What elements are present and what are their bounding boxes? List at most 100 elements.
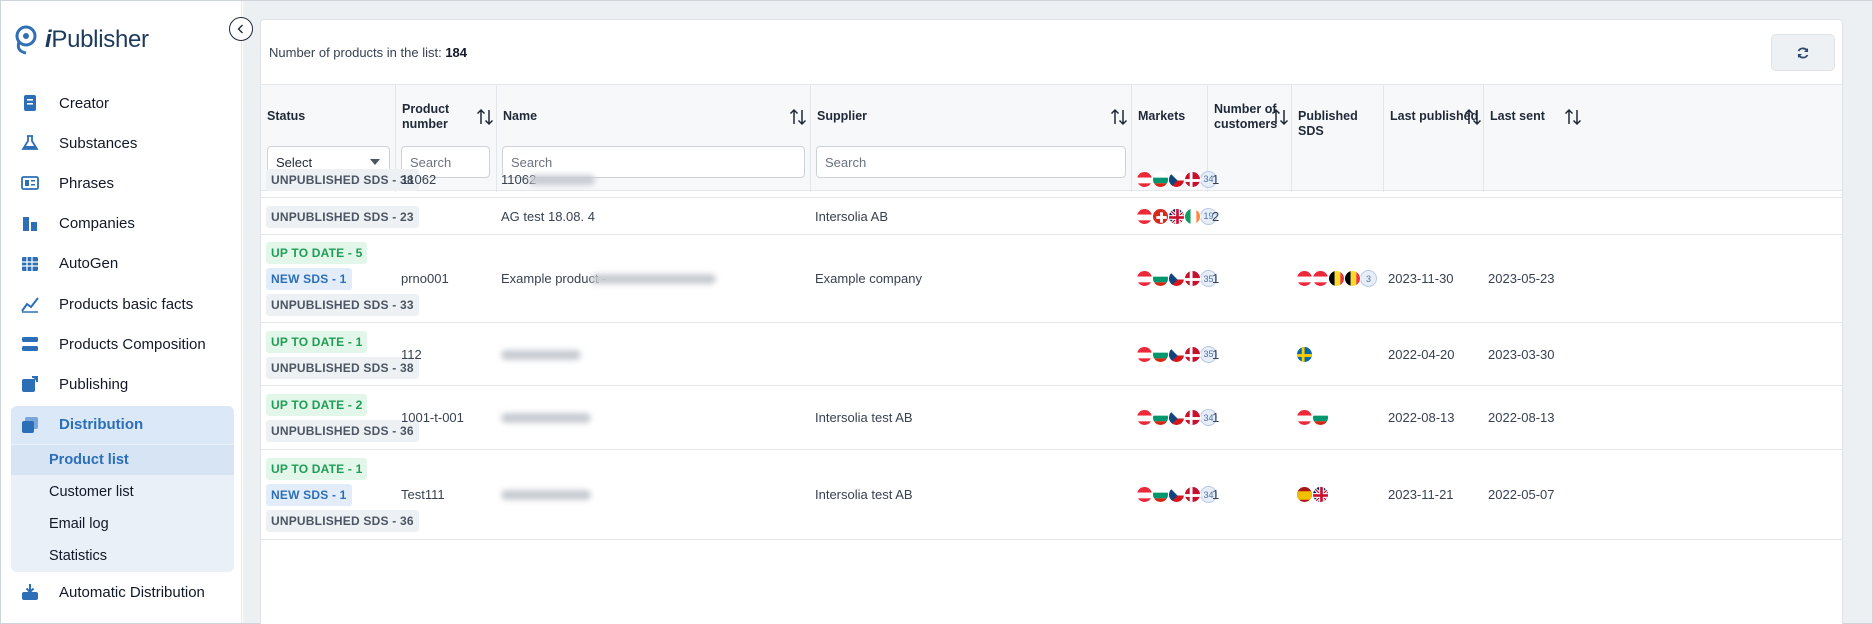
- published-sds-flags[interactable]: 3: [1296, 270, 1377, 287]
- flag-at-icon: [1312, 270, 1329, 287]
- table-row[interactable]: UP TO DATE - 1 UNPUBLISHED SDS - 38 112 35 1…: [261, 323, 1842, 386]
- flask-icon: [21, 134, 39, 152]
- markets-flags[interactable]: 34: [1136, 170, 1217, 188]
- subnav-item-customer-list[interactable]: Customer list: [11, 477, 234, 507]
- sort-arrows-icon: [1464, 108, 1482, 126]
- markets-flags[interactable]: 35: [1136, 345, 1217, 363]
- flag-bg-icon: [1312, 409, 1329, 426]
- table-row[interactable]: UNPUBLISHED SDS - 23 AG test 18.08. 4 Inte…: [261, 198, 1842, 235]
- document-icon: [21, 94, 39, 112]
- sort-arrows-icon: [789, 108, 807, 126]
- sort-icon[interactable]: [1564, 107, 1582, 127]
- book-icon: [21, 174, 39, 192]
- refresh-icon: [1797, 47, 1809, 58]
- sort-icon[interactable]: [1464, 107, 1482, 127]
- flag-at-icon: [1136, 486, 1153, 503]
- flag-bg-icon: [1152, 345, 1169, 363]
- refresh-button[interactable]: [1771, 34, 1835, 71]
- sort-icon[interactable]: [476, 107, 494, 127]
- flag-bg-icon: [1152, 486, 1169, 503]
- column-published-sds-label: Published SDS: [1298, 109, 1358, 138]
- sidebar-item-distribution[interactable]: Distribution: [11, 405, 234, 444]
- sort-icon[interactable]: [1110, 107, 1128, 127]
- app-window: iPublisher Creator Substances Phrases Compa…: [0, 0, 1873, 624]
- flag-bg-icon: [1152, 409, 1169, 426]
- sidebar-item-creator[interactable]: Creator: [11, 84, 234, 122]
- column-customers-label: Number of customers: [1214, 102, 1277, 132]
- table-row[interactable]: UP TO DATE - 5 NEW SDS - 1 UNPUBLISHED SDS…: [261, 235, 1842, 323]
- status-badge[interactable]: UP TO DATE - 1: [266, 330, 368, 353]
- status-badge[interactable]: UNPUBLISHED SDS - 38: [266, 168, 419, 191]
- published-sds-flags[interactable]: [1296, 486, 1329, 503]
- subnav-item-email-log[interactable]: Email log: [11, 509, 234, 539]
- sidebar-item-substances[interactable]: Substances: [11, 124, 234, 162]
- redacted-text: [591, 274, 716, 284]
- markets-flags[interactable]: 34: [1136, 409, 1217, 426]
- status-badge[interactable]: UNPUBLISHED SDS - 33: [266, 294, 419, 316]
- product-number-cell: prno001: [401, 271, 449, 286]
- brand-name: iPublisher: [45, 26, 149, 54]
- sort-icon[interactable]: [789, 107, 807, 127]
- column-customers-label-line1: Number of: [1214, 102, 1277, 116]
- status-badge[interactable]: UP TO DATE - 2: [266, 394, 368, 416]
- table-row[interactable]: UNPUBLISHED SDS - 38 11062 11062 34 1: [261, 161, 1842, 198]
- flag-gb-icon: [1312, 486, 1329, 503]
- flag-at-icon: [1296, 270, 1313, 287]
- sort-arrows-icon: [1271, 108, 1289, 126]
- flag-cz-icon: [1168, 270, 1185, 287]
- table-row[interactable]: UP TO DATE - 1 NEW SDS - 1 UNPUBLISHED SDS…: [261, 450, 1842, 540]
- sidebar-item-automatic-distribution[interactable]: Automatic Distribution: [11, 573, 234, 611]
- sidebar-item-products-composition[interactable]: Products Composition: [11, 325, 234, 363]
- published-sds-flags[interactable]: [1296, 345, 1313, 363]
- markets-flags[interactable]: 34: [1136, 486, 1217, 503]
- sidebar-item-publishing[interactable]: Publishing: [11, 365, 234, 403]
- inbox-icon: [21, 583, 39, 601]
- flag-ch-icon: [1152, 207, 1169, 225]
- sidebar-item-products-basic-facts[interactable]: Products basic facts: [11, 285, 234, 323]
- status-badge[interactable]: NEW SDS - 1: [266, 484, 352, 506]
- flag-at-icon: [1136, 170, 1153, 188]
- product-name-cell[interactable]: AG test 18.08. 4: [501, 209, 595, 224]
- publish-icon: [21, 375, 39, 393]
- flag-bg-icon: [1152, 170, 1169, 188]
- last-published-cell: 2023-11-21: [1388, 487, 1454, 502]
- status-badge[interactable]: UNPUBLISHED SDS - 23: [266, 205, 419, 228]
- customers-count-cell: 1: [1212, 410, 1220, 425]
- published-more-count[interactable]: 3: [1360, 270, 1377, 287]
- logo: iPublisher: [13, 25, 149, 55]
- flag-be-icon: [1328, 270, 1345, 287]
- sidebar-item-companies[interactable]: Companies: [11, 205, 234, 243]
- table-row[interactable]: UP TO DATE - 2 UNPUBLISHED SDS - 36 1001-t…: [261, 386, 1842, 450]
- status-badge[interactable]: UNPUBLISHED SDS - 36: [266, 510, 419, 532]
- column-markets-label: Markets: [1138, 109, 1186, 123]
- layers-icon: [21, 335, 39, 353]
- status-badge[interactable]: UNPUBLISHED SDS - 36: [266, 420, 419, 442]
- flag-dk-icon: [1184, 270, 1201, 287]
- status-badge[interactable]: UNPUBLISHED SDS - 38: [266, 356, 419, 379]
- status-badge[interactable]: UP TO DATE - 5: [266, 242, 368, 264]
- published-sds-flags[interactable]: [1296, 409, 1329, 426]
- customers-count-cell: 1: [1212, 487, 1220, 502]
- flag-cz-icon: [1168, 170, 1185, 188]
- subnav-item-product-list[interactable]: Product list: [11, 445, 234, 475]
- flag-at-icon: [1136, 270, 1153, 287]
- column-product-number-label-line2: number: [402, 117, 448, 131]
- sidebar-item-phrases[interactable]: Phrases: [11, 164, 234, 202]
- status-badge[interactable]: UP TO DATE - 1: [266, 458, 368, 480]
- grid-icon: [21, 255, 39, 273]
- markets-flags[interactable]: 19: [1136, 207, 1217, 225]
- subnav-item-statistics[interactable]: Statistics: [11, 541, 234, 571]
- sidebar-item-autogen[interactable]: AutoGen: [11, 245, 234, 283]
- sort-icon[interactable]: [1271, 107, 1289, 127]
- collapse-sidebar-button[interactable]: [229, 17, 253, 41]
- status-badge[interactable]: NEW SDS - 1: [266, 268, 352, 290]
- supplier-cell: Intersolia test AB: [815, 487, 913, 502]
- flag-be-icon: [1344, 270, 1361, 287]
- column-supplier-label: Supplier: [817, 109, 868, 123]
- column-status-label: Status: [267, 109, 306, 123]
- flag-es-icon: [1296, 486, 1313, 503]
- markets-flags[interactable]: 35: [1136, 270, 1217, 287]
- product-count-label: Number of products in the list:: [269, 45, 442, 60]
- flag-bg-icon: [1152, 270, 1169, 287]
- product-list-panel: Number of products in the list: 184 Stat…: [260, 19, 1843, 624]
